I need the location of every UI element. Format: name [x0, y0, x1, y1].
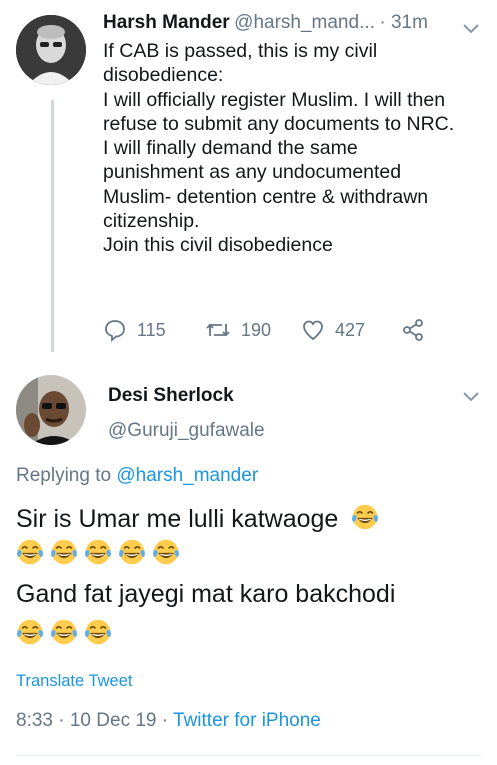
tweet-actions: 115 190 427 — [103, 318, 433, 344]
tweet-text: If CAB is passed, this is my civil disob… — [103, 39, 483, 258]
avatar-photo — [16, 375, 86, 445]
reply-button[interactable]: 115 — [103, 318, 166, 342]
reply-text: Gand fat jayegi mat karo bakchodi — [16, 580, 396, 608]
tweet-line: If CAB is passed, this is my civil — [103, 40, 378, 62]
reply-text-line: Gand fat jayegi mat karo bakchodi — [16, 580, 395, 609]
tweet-line: I will finally demand the same — [103, 137, 358, 160]
translate-tweet-link[interactable]: Translate Tweet — [16, 672, 132, 691]
harsh-mander-avatar[interactable] — [16, 15, 86, 85]
tweet-timestamp: 8:33 · 10 Dec 19 · — [16, 710, 174, 731]
laughing-crying-emoji-icon — [17, 619, 43, 645]
replying-to-prefix: Replying to — [16, 465, 117, 486]
avatar-photo — [16, 15, 86, 85]
emoji-row — [16, 538, 186, 566]
laughing-crying-emoji-icon — [85, 619, 111, 645]
share-icon — [403, 319, 423, 341]
like-icon — [303, 320, 323, 341]
reply-text: Sir is Umar me lulli katwaoge — [16, 505, 339, 533]
client-link[interactable]: Twitter for iPhone — [173, 710, 321, 731]
divider — [16, 755, 481, 756]
tweet-line: Muslim- detention centre & withdrawn — [103, 185, 429, 208]
desi-sherlock-avatar[interactable] — [16, 375, 86, 445]
laughing-crying-emoji-icon — [85, 539, 111, 565]
laughing-crying-emoji-icon — [119, 539, 145, 565]
reply-display-name[interactable]: Desi Sherlock — [108, 385, 234, 407]
chevron-down-icon[interactable] — [460, 388, 482, 404]
laughing-crying-emoji-icon — [51, 619, 77, 645]
tweet-line: citizenship. — [103, 210, 200, 233]
tweet-line: refuse to submit any documents to NRC. — [103, 112, 455, 135]
tweet-line: I will officially register Muslim. I wil… — [103, 88, 446, 111]
reply-user-handle[interactable]: @Guruji_gufawale — [108, 420, 265, 442]
laughing-crying-emoji-icon — [17, 539, 43, 565]
retweet-count: 190 — [241, 319, 272, 340]
display-name[interactable]: Harsh Mander — [103, 12, 230, 33]
share-button[interactable] — [401, 318, 435, 342]
tweet-header: Harsh Mander @harsh_mand... · 31m — [103, 12, 428, 34]
tweet-time[interactable]: · 31m — [379, 12, 428, 33]
retweet-button[interactable]: 190 — [205, 318, 271, 342]
tweet-line: disobedience: — [103, 64, 224, 87]
replying-to: Replying to @harsh_mander — [16, 465, 258, 487]
reply-icon — [105, 320, 125, 342]
user-handle[interactable]: @harsh_mand... — [234, 12, 375, 33]
reply-count: 115 — [137, 319, 166, 340]
replying-to-handle-link[interactable]: @harsh_mander — [116, 465, 258, 486]
retweet-icon — [206, 323, 230, 337]
thread-connector-line — [51, 100, 54, 352]
tweet-metadata: 8:33 · 10 Dec 19 · Twitter for iPhone — [16, 710, 321, 732]
like-count: 427 — [335, 319, 366, 340]
laughing-crying-emoji-icon — [352, 504, 379, 530]
like-button[interactable]: 427 — [301, 318, 365, 342]
emoji-row — [16, 618, 118, 646]
chevron-down-icon[interactable] — [460, 20, 482, 36]
tweet-line: punishment as any undocumented — [103, 161, 402, 184]
tweet-line: Join this civil disobedience — [103, 234, 333, 257]
laughing-crying-emoji-icon — [51, 539, 77, 565]
reply-text-line: Sir is Umar me lulli katwaoge — [16, 503, 385, 534]
laughing-crying-emoji-icon — [153, 539, 179, 565]
